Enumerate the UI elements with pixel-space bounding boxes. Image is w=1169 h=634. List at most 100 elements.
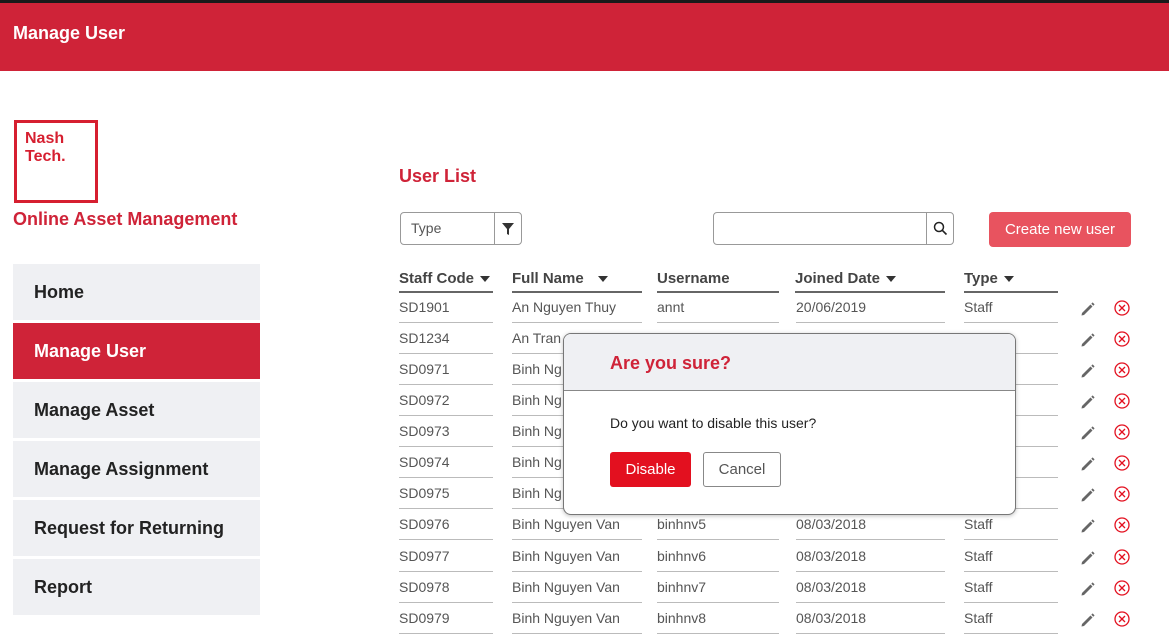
sidebar-nav: Home Manage User Manage Asset Manage Ass… [13, 264, 260, 618]
cell-joined-date: 20/06/2019 [796, 299, 945, 323]
cell-staff-code: SD0972 [399, 392, 493, 416]
column-header-full-name[interactable]: Full Name [512, 270, 642, 293]
sort-caret-icon [1003, 276, 1014, 283]
cell-username: binhnv6 [657, 548, 779, 572]
cell-joined-date: 08/03/2018 [796, 579, 945, 603]
pencil-icon[interactable] [1079, 549, 1097, 567]
cell-full-name: Binh Nguyen Van [512, 516, 642, 540]
sidebar-item-label: Manage Assignment [34, 458, 209, 479]
app-name: Online Asset Management [13, 209, 238, 229]
confirm-disable-dialog: Are you sure? Do you want to disable thi… [563, 333, 1016, 515]
cell-full-name: Binh Nguyen Van [512, 548, 642, 572]
page-header-title: Manage User [13, 23, 126, 43]
cell-type: Staff [964, 610, 1058, 634]
sort-caret-icon [480, 276, 490, 283]
pencil-icon[interactable] [1079, 486, 1097, 504]
cell-staff-code: SD1234 [399, 330, 493, 354]
sidebar-item-request-for-returning[interactable]: Request for Returning [13, 500, 260, 556]
cell-staff-code: SD0978 [399, 579, 493, 603]
column-header-type[interactable]: Type [964, 270, 1058, 293]
cell-type: Staff [964, 299, 1058, 323]
pencil-icon[interactable] [1079, 393, 1097, 411]
pencil-icon[interactable] [1079, 517, 1097, 535]
cell-type: Staff [964, 579, 1058, 603]
cell-type: Staff [964, 516, 1058, 540]
cell-staff-code: SD0975 [399, 485, 493, 509]
circle-x-icon[interactable] [1113, 579, 1131, 597]
type-filter-label: Type [411, 220, 442, 236]
circle-x-icon[interactable] [1113, 392, 1131, 410]
filter-icon[interactable] [494, 213, 521, 244]
cell-username: annt [657, 299, 779, 323]
column-header-label: Username [657, 270, 730, 287]
top-bar: Manage User [0, 0, 1169, 71]
column-header-label: Type [964, 270, 998, 287]
sidebar-item-manage-assignment[interactable]: Manage Assignment [13, 441, 260, 497]
nashtech-logo: Nash Tech. [14, 120, 98, 203]
circle-x-icon[interactable] [1113, 361, 1131, 379]
sidebar-item-manage-asset[interactable]: Manage Asset [13, 382, 260, 438]
circle-x-icon[interactable] [1113, 485, 1131, 503]
type-filter-dropdown[interactable]: Type [400, 212, 522, 245]
sidebar-item-label: Home [34, 281, 85, 302]
logo-text-line1: Nash [25, 130, 65, 147]
column-header-label: Staff Code [399, 270, 474, 287]
cell-staff-code: SD1901 [399, 299, 493, 323]
cell-staff-code: SD0974 [399, 454, 493, 478]
pencil-icon[interactable] [1079, 362, 1097, 380]
section-title: User List [399, 166, 477, 186]
dialog-message: Do you want to disable this user? [610, 415, 817, 431]
create-new-user-button[interactable]: Create new user [989, 212, 1131, 247]
cell-staff-code: SD0977 [399, 548, 493, 572]
cell-type: Staff [964, 548, 1058, 572]
sidebar-item-label: Request for Returning [34, 517, 225, 538]
search-box [713, 212, 954, 245]
sidebar-item-label: Manage User [34, 340, 147, 361]
cell-staff-code: SD0976 [399, 516, 493, 540]
circle-x-icon[interactable] [1113, 516, 1131, 534]
cell-joined-date: 08/03/2018 [796, 548, 945, 572]
column-header-username: Username [657, 270, 779, 293]
cell-joined-date: 08/03/2018 [796, 610, 945, 634]
sidebar-item-report[interactable]: Report [13, 559, 260, 615]
circle-x-icon[interactable] [1113, 423, 1131, 441]
circle-x-icon[interactable] [1113, 548, 1131, 566]
sidebar-item-manage-user[interactable]: Manage User [13, 323, 260, 379]
pencil-icon[interactable] [1079, 331, 1097, 349]
cell-full-name: Binh Nguyen Van [512, 610, 642, 634]
cell-staff-code: SD0971 [399, 361, 493, 385]
pencil-icon[interactable] [1079, 424, 1097, 442]
disable-button[interactable]: Disable [610, 452, 691, 487]
dialog-title: Are you sure? [610, 353, 732, 373]
cancel-button[interactable]: Cancel [703, 452, 781, 487]
column-header-staff-code[interactable]: Staff Code [399, 270, 493, 293]
sidebar-item-label: Manage Asset [34, 399, 155, 420]
sort-caret-icon [597, 276, 608, 283]
column-header-joined-date[interactable]: Joined Date [795, 270, 945, 293]
circle-x-icon[interactable] [1113, 330, 1131, 348]
sidebar-item-label: Report [34, 576, 92, 597]
circle-x-icon[interactable] [1113, 299, 1131, 317]
sort-caret-icon [886, 276, 897, 283]
circle-x-icon[interactable] [1113, 610, 1131, 628]
dialog-header: Are you sure? [564, 334, 1015, 391]
pencil-icon[interactable] [1079, 580, 1097, 598]
sidebar-item-home[interactable]: Home [13, 264, 260, 320]
cell-full-name: An Nguyen Thuy [512, 299, 642, 323]
cell-username: binhnv5 [657, 516, 779, 540]
pencil-icon[interactable] [1079, 611, 1097, 629]
cell-staff-code: SD0973 [399, 423, 493, 447]
pencil-icon[interactable] [1079, 300, 1097, 318]
pencil-icon[interactable] [1079, 455, 1097, 473]
search-input[interactable] [714, 213, 927, 244]
cell-username: binhnv7 [657, 579, 779, 603]
column-header-label: Joined Date [795, 270, 881, 287]
cell-username: binhnv8 [657, 610, 779, 634]
cell-staff-code: SD0979 [399, 610, 493, 634]
cell-full-name: Binh Nguyen Van [512, 579, 642, 603]
search-icon[interactable] [926, 213, 953, 244]
logo-text-line2: Tech. [25, 148, 66, 165]
circle-x-icon[interactable] [1113, 454, 1131, 472]
cell-joined-date: 08/03/2018 [796, 516, 945, 540]
column-header-label: Full Name [512, 270, 584, 287]
